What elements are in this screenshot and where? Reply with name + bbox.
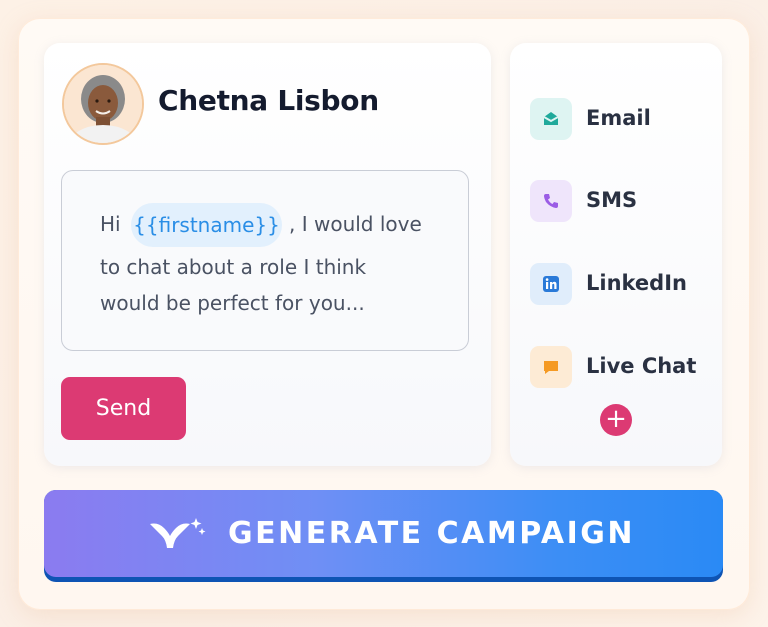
- firstname-token[interactable]: {{firstname}}: [131, 203, 282, 247]
- channel-linkedin-label: LinkedIn: [586, 271, 687, 295]
- whale-tail-sparkle-icon: [148, 516, 208, 560]
- channel-live-chat[interactable]: Live Chat: [530, 346, 710, 388]
- linkedin-icon: [530, 263, 572, 305]
- message-line3-text: would be perfect for you...: [100, 291, 365, 315]
- message-greeting: Hi: [100, 212, 121, 236]
- channel-email-label: Email: [586, 106, 651, 130]
- contact-name: Chetna Lisbon: [158, 84, 379, 117]
- envelope-icon: [530, 98, 572, 140]
- chat-bubble-icon: [530, 346, 572, 388]
- channel-sms[interactable]: SMS: [530, 180, 710, 222]
- avatar: [62, 63, 144, 145]
- message-line2-text: to chat about a role I think: [100, 255, 367, 279]
- send-button[interactable]: Send: [61, 377, 186, 440]
- phone-icon: [530, 180, 572, 222]
- channel-email[interactable]: Email: [530, 98, 710, 140]
- channel-live-chat-label: Live Chat: [586, 354, 697, 378]
- add-channel-button[interactable]: +: [600, 404, 632, 436]
- message-line1-text: , I would love: [289, 212, 422, 236]
- channel-linkedin[interactable]: LinkedIn: [530, 263, 710, 305]
- channel-sms-label: SMS: [586, 188, 638, 212]
- generate-campaign-label: GENERATE CAMPAIGN: [228, 516, 636, 551]
